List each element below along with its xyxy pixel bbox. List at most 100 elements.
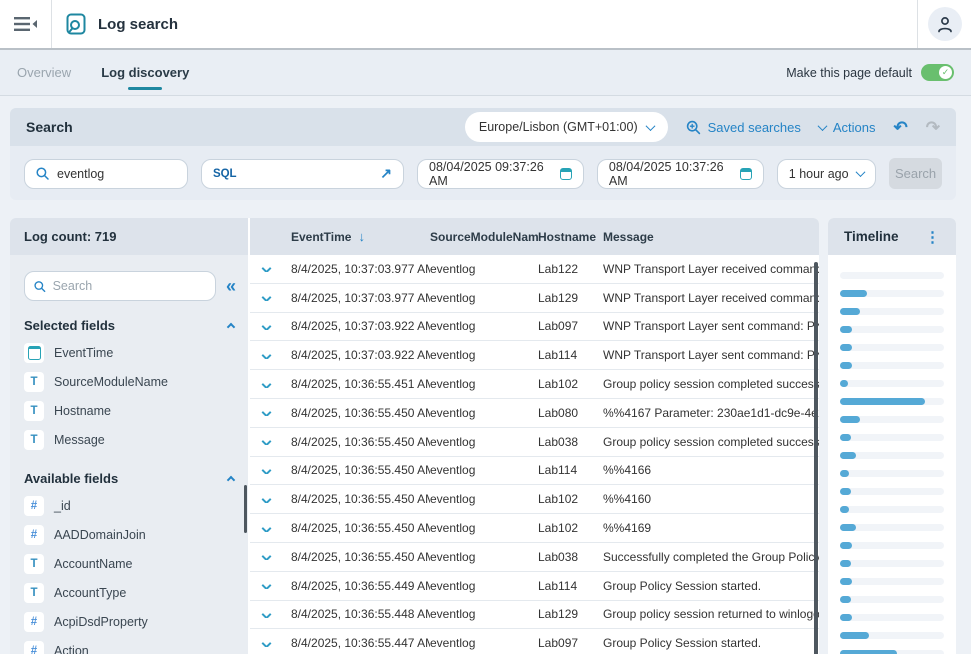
timeline-bar[interactable] [840,524,944,531]
selected-fields-header[interactable]: Selected fields [24,318,234,333]
timeline-bar[interactable] [840,308,944,315]
timeline-bar[interactable] [840,488,944,495]
collapse-panel-icon[interactable]: « [226,277,236,295]
timeline-bar[interactable] [840,326,944,333]
column-hostname[interactable]: Hostname [538,230,603,244]
timeline-bar[interactable] [840,434,944,441]
table-row[interactable]: 8/4/2025, 10:37:03.922 AM eventlog Lab09… [250,313,819,342]
field-item[interactable]: T AccountName [24,549,236,578]
row-expand-chevron-icon[interactable] [262,265,272,272]
row-expand-chevron-icon[interactable] [262,467,272,474]
table-row[interactable]: 8/4/2025, 10:36:55.450 AM eventlog Lab08… [250,399,819,428]
row-expand-chevron-icon[interactable] [262,294,272,301]
timeline-bar[interactable] [840,578,944,585]
cell-hostname: Lab129 [538,291,603,305]
timeline-bar[interactable] [840,650,944,654]
query-input[interactable]: eventlog [24,159,188,189]
table-row[interactable]: 8/4/2025, 10:36:55.447 AM eventlog Lab09… [250,629,819,654]
table-row[interactable]: 8/4/2025, 10:36:55.450 AM eventlog Lab10… [250,514,819,543]
field-item[interactable]: # AcpiDsdProperty [24,607,236,636]
timeline-bar[interactable] [840,344,944,351]
timeline-bar-fill [840,506,849,513]
calendar-icon[interactable] [560,168,572,180]
column-message[interactable]: Message [603,230,819,244]
timeline-bar[interactable] [840,272,944,279]
timeline-bar[interactable] [840,632,944,639]
row-expand-chevron-icon[interactable] [262,381,272,388]
table-scrollbar[interactable] [814,262,818,654]
expand-query-icon[interactable]: ↗ [380,165,392,182]
tab-log-discovery[interactable]: Log discovery [101,50,189,95]
cell-message: %%4166 [603,463,819,477]
table-row[interactable]: 8/4/2025, 10:36:55.450 AM eventlog Lab10… [250,485,819,514]
row-expand-chevron-icon[interactable] [262,323,272,330]
row-expand-chevron-icon[interactable] [262,640,272,647]
redo-button[interactable]: ↷ [926,119,940,136]
search-button[interactable]: Search [889,158,942,189]
timeline-bar-fill [840,380,848,387]
sidebar-collapse-button[interactable] [0,0,52,48]
fields-search-box[interactable] [24,271,216,301]
timeline-bar[interactable] [840,416,944,423]
undo-button[interactable]: ↶ [894,119,908,136]
cell-message: WNP Transport Layer received command: PN… [603,291,819,305]
timeline-bar[interactable] [840,290,944,297]
field-item[interactable]: T Hostname [24,396,236,425]
timeline-title: Timeline [844,229,899,244]
timeline-card: Timeline ⋮ [828,218,956,654]
row-expand-chevron-icon[interactable] [262,409,272,416]
table-row[interactable]: 8/4/2025, 10:36:55.450 AM eventlog Lab03… [250,428,819,457]
kebab-menu-icon[interactable]: ⋮ [925,228,940,246]
table-row[interactable]: 8/4/2025, 10:37:03.977 AM eventlog Lab12… [250,255,819,284]
table-row[interactable]: 8/4/2025, 10:36:55.449 AM eventlog Lab11… [250,572,819,601]
table-row[interactable]: 8/4/2025, 10:36:55.450 AM eventlog Lab11… [250,457,819,486]
table-row[interactable]: 8/4/2025, 10:36:55.450 AM eventlog Lab03… [250,543,819,572]
timeline-bar[interactable] [840,596,944,603]
start-date-input[interactable]: 08/04/2025 09:37:26 AM [417,159,584,189]
fields-scrollbar[interactable] [244,485,247,533]
time-range-select[interactable]: 1 hour ago [777,159,876,189]
sql-query-input[interactable]: SQL ↗ [201,159,404,189]
tab-overview[interactable]: Overview [17,50,71,95]
row-expand-chevron-icon[interactable] [262,525,272,532]
row-expand-chevron-icon[interactable] [262,611,272,618]
available-fields-header[interactable]: Available fields [24,471,234,486]
actions-menu-button[interactable]: Actions [819,120,876,135]
field-item[interactable]: # AADDomainJoin [24,520,236,549]
calendar-icon[interactable] [740,168,752,180]
row-expand-chevron-icon[interactable] [262,582,272,589]
field-item[interactable]: T AccountType [24,578,236,607]
timeline-bar[interactable] [840,560,944,567]
table-row[interactable]: 8/4/2025, 10:37:03.922 AM eventlog Lab11… [250,341,819,370]
row-expand-chevron-icon[interactable] [262,352,272,359]
end-date-input[interactable]: 08/04/2025 10:37:26 AM [597,159,764,189]
field-item[interactable]: T Message [24,425,236,454]
column-sourcemodulename[interactable]: SourceModuleName [430,230,538,244]
fields-search-input[interactable] [53,279,206,293]
field-item[interactable]: # _id [24,491,236,520]
field-item[interactable]: # Action [24,636,236,654]
timeline-bar[interactable] [840,380,944,387]
table-row[interactable]: 8/4/2025, 10:36:55.451 AM eventlog Lab10… [250,370,819,399]
timezone-select[interactable]: Europe/Lisbon (GMT+01:00) [465,112,668,142]
field-item[interactable]: EventTime [24,338,236,367]
timeline-bar[interactable] [840,542,944,549]
saved-searches-button[interactable]: Saved searches [686,120,801,135]
timeline-bar[interactable] [840,398,944,405]
field-item[interactable]: T SourceModuleName [24,367,236,396]
row-expand-chevron-icon[interactable] [262,553,272,560]
timeline-bar[interactable] [840,470,944,477]
timeline-bar[interactable] [840,614,944,621]
user-avatar[interactable] [928,7,962,41]
table-row[interactable]: 8/4/2025, 10:37:03.977 AM eventlog Lab12… [250,284,819,313]
row-expand-chevron-icon[interactable] [262,438,272,445]
timeline-bar[interactable] [840,452,944,459]
timeline-bar[interactable] [840,362,944,369]
make-default-toggle[interactable]: ✓ [921,64,954,81]
sort-desc-icon[interactable]: ↓ [358,229,365,244]
start-date-value: 08/04/2025 09:37:26 AM [429,160,552,188]
timeline-bar[interactable] [840,506,944,513]
column-eventtime[interactable]: EventTime ↓ [291,229,422,244]
table-row[interactable]: 8/4/2025, 10:36:55.448 AM eventlog Lab12… [250,601,819,630]
row-expand-chevron-icon[interactable] [262,496,272,503]
